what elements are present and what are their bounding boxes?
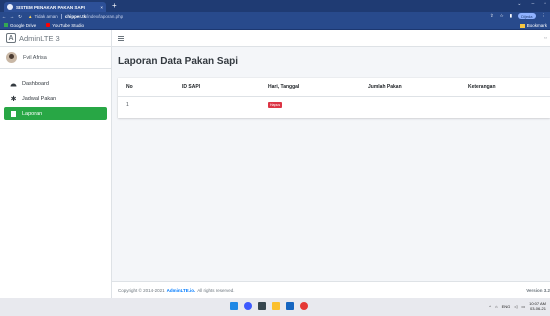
brand-link[interactable]: A AdminLTE 3 [0,30,111,47]
sidebar-item-label: Jadwal Pakan [22,95,57,102]
footer-brand-link[interactable]: AdminLTE.io. [167,288,196,293]
sidebar-item-laporan[interactable]: Laporan [4,107,107,120]
column-header-keterangan: Keterangan [460,78,550,97]
chevron-down-icon[interactable]: ⌄ [517,1,521,7]
chevron-up-icon[interactable]: ^ [489,304,491,309]
cell-no: 1 [126,102,129,109]
bookmark-folder-label: Bookmark [526,23,547,28]
fullscreen-icon[interactable]: ⇔ [543,35,548,41]
cell-jumlah-pakan [360,96,460,114]
volume-icon[interactable]: ◁ [514,304,517,309]
star-icon[interactable]: ☆ [500,13,504,19]
menu-icon[interactable]: ⋮ [542,13,547,19]
search-icon[interactable] [244,302,252,310]
rights-text: All rights reserved. [197,287,235,293]
taskbar-apps [230,302,308,310]
bookmark-label: Google Drive [10,22,37,28]
system-tray: ^ ⌂ ENG ◁ ▭ 10:07 AM 03-06-21 [489,301,546,311]
hamburger-menu-icon[interactable] [118,35,124,41]
file-icon [10,110,17,117]
favicon-icon [7,4,13,10]
close-tab-icon[interactable]: × [100,5,103,10]
sidebar-item-label: Laporan [22,110,43,117]
adminlte-logo-icon: A [6,33,16,43]
store-icon[interactable] [286,302,294,310]
user-panel[interactable]: Fvil Afrisa [0,47,111,69]
chrome-icon[interactable] [300,302,308,310]
table-header-row: No ID SAPI Hari, Tanggal Jumlah Pakan Ke… [118,78,550,97]
copyright-text: Copyright © 2014-2021 [118,287,165,293]
back-icon[interactable]: ← [0,14,8,19]
other-bookmarks[interactable]: Bookmark [519,23,547,28]
forward-icon[interactable]: → [8,14,16,19]
footer: Copyright © 2014-2021 AdminLTE.io. All r… [112,281,550,298]
network-icon[interactable]: ⌂ [495,304,497,309]
warning-icon: ▲ [28,14,33,19]
clock-date: 03-06-21 [529,306,546,311]
not-secure-label: Tidak aman [34,14,58,19]
brand-name: AdminLTE 3 [19,33,60,43]
google-drive-icon [4,23,8,27]
bookmarks-bar: Google Drive YouTube Studio Bookmark [0,21,550,30]
table-row: 1 Hapus [118,96,550,114]
gear-icon: ✱ [10,95,17,103]
report-table: No ID SAPI Hari, Tanggal Jumlah Pakan Ke… [118,78,550,114]
sidebar-item-dashboard[interactable]: Dashboard [4,77,107,90]
clock[interactable]: 10:07 AM 03-06-21 [529,301,546,311]
bookmark-label: YouTube Studio [52,22,84,28]
profile-button[interactable]: Dijeda [518,13,536,19]
top-navbar: ⇔ [112,30,550,47]
battery-icon[interactable]: ▭ [521,304,525,309]
os-taskbar: ^ ⌂ ENG ◁ ▭ 10:07 AM 03-06-21 [0,298,550,316]
profile-label: Dijeda [521,13,533,19]
sidebar-item-label: Dashboard [22,80,49,87]
file-explorer-icon[interactable] [272,302,280,310]
avatar [6,52,17,63]
bookmark-google-drive[interactable]: Google Drive [4,23,36,28]
divider [60,14,62,19]
browser-tab-bar: SISTEM PENAKAR PAKAN SAPI × + ⌄ – ▫ [0,0,550,12]
version-label: Version 3.2 [526,288,550,293]
maximize-icon[interactable]: ▫ [544,1,546,7]
page-title: Laporan Data Pakan Sapi [118,56,239,67]
url-path: /index/laporan.php [86,14,124,19]
folder-icon [519,23,525,28]
url-host: chipper.tk [64,14,87,19]
new-tab-button[interactable]: + [112,1,117,10]
minimize-icon[interactable]: – [531,1,534,7]
cell-id-sapi [174,96,260,114]
sidebar-item-jadwal-pakan[interactable]: ✱ Jadwal Pakan [4,92,107,105]
column-header-id-sapi: ID SAPI [174,78,260,97]
browser-tab[interactable]: SISTEM PENAKAR PAKAN SAPI × [4,2,106,12]
delete-button[interactable]: Hapus [268,102,283,109]
user-name: Fvil Afrisa [23,54,47,61]
column-header-hari-tanggal: Hari, Tanggal [260,78,360,97]
report-card: No ID SAPI Hari, Tanggal Jumlah Pakan Ke… [118,78,550,118]
tab-title: SISTEM PENAKAR PAKAN SAPI [16,4,85,10]
admin-app: A AdminLTE 3 Fvil Afrisa Dashboard ✱ Jad… [0,30,550,298]
column-header-no: No [118,78,174,97]
sidebar-icon[interactable]: ▮ [510,13,512,19]
url-field[interactable]: ▲ Tidak aman chipper.tk /index/laporan.p… [28,13,123,20]
sidebar-menu: Dashboard ✱ Jadwal Pakan Laporan [0,69,111,120]
reload-icon[interactable]: ↻ [16,14,24,20]
cell-keterangan [460,96,550,114]
screen: SISTEM PENAKAR PAKAN SAPI × + ⌄ – ▫ ← → … [0,0,550,316]
share-icon[interactable]: ⇪ [490,13,494,19]
browser-actions: ⇪ ☆ ▮ Dijeda ⋮ [490,13,546,19]
cell-hari-tanggal: Hapus [260,96,360,114]
sidebar: A AdminLTE 3 Fvil Afrisa Dashboard ✱ Jad… [0,30,112,298]
window-controls: ⌄ – ▫ [517,1,546,7]
windows-start-icon[interactable] [230,302,238,310]
main-content: ⇔ Laporan Data Pakan Sapi No ID SAPI Har… [112,30,550,298]
task-view-icon[interactable] [258,302,266,310]
column-header-jumlah-pakan: Jumlah Pakan [360,78,460,97]
youtube-icon [46,23,51,27]
language-indicator[interactable]: ENG [502,304,511,309]
address-bar: ← → ↻ ▲ Tidak aman chipper.tk /index/lap… [0,12,550,21]
bookmark-youtube-studio[interactable]: YouTube Studio [46,23,84,28]
dashboard-icon [10,81,17,87]
